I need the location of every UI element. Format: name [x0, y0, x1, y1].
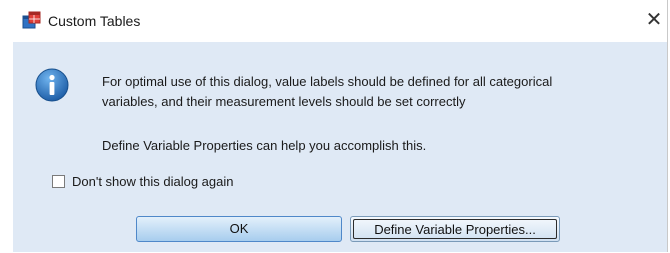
- message-line-2: variables, and their measurement levels …: [102, 94, 466, 109]
- info-icon: [35, 68, 69, 102]
- define-variable-properties-button[interactable]: Define Variable Properties...: [350, 216, 560, 242]
- define-variable-properties-label: Define Variable Properties...: [353, 219, 557, 239]
- window-title: Custom Tables: [48, 13, 141, 29]
- dialog-window: Custom Tables ✕ For optimal use of this …: [0, 0, 668, 252]
- close-icon[interactable]: ✕: [642, 8, 666, 32]
- custom-tables-app-icon: [22, 11, 41, 29]
- title-bar[interactable]: Custom Tables ✕: [0, 0, 667, 42]
- ok-button[interactable]: OK: [136, 216, 342, 242]
- dont-show-again-checkbox[interactable]: [52, 175, 65, 188]
- message-line-3: Define Variable Properties can help you …: [102, 138, 427, 153]
- message-line-1: For optimal use of this dialog, value la…: [102, 74, 553, 89]
- dont-show-again-label[interactable]: Don't show this dialog again: [72, 174, 233, 190]
